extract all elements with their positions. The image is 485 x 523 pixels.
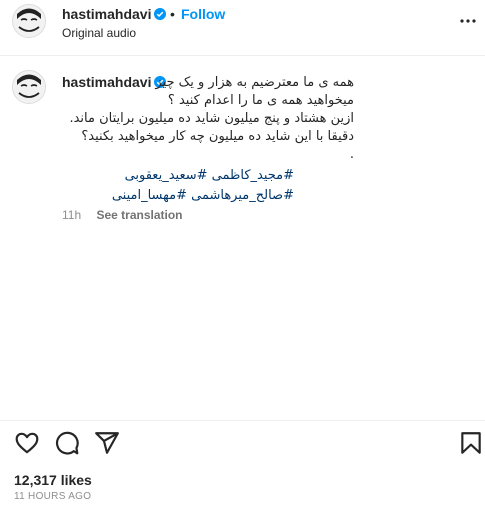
caption-line: همه ی ما معترضیم به هزار و یک چیز . bbox=[147, 75, 354, 90]
action-bar bbox=[0, 430, 485, 458]
caption-text: همه ی ما معترضیم به هزار و یک چیز . میخو… bbox=[62, 75, 354, 164]
caption-meta: 11h See translation bbox=[62, 208, 183, 222]
username[interactable]: hastimahdavi bbox=[62, 6, 167, 22]
hashtags: #مجید_کاظمی #سعید_یعقوبی #صالح_میرهاشمی … bbox=[62, 166, 294, 206]
username-text[interactable]: hastimahdavi bbox=[62, 6, 151, 22]
hashtag-link[interactable]: #سعید_یعقوبی bbox=[125, 168, 208, 183]
hashtag-link[interactable]: #مجید_کاظمی bbox=[212, 168, 294, 183]
see-translation-link[interactable]: See translation bbox=[96, 208, 182, 222]
caption-avatar[interactable] bbox=[12, 70, 46, 104]
avatar[interactable] bbox=[12, 4, 46, 38]
profile-avatar-icon bbox=[13, 71, 45, 103]
post-time[interactable]: 11h bbox=[62, 208, 81, 222]
likes-count[interactable]: 12,317 likes bbox=[14, 472, 92, 488]
hashtag-link[interactable]: #صالح_میرهاشمی bbox=[191, 188, 294, 203]
share-icon[interactable] bbox=[94, 430, 120, 456]
profile-avatar-icon bbox=[13, 5, 45, 37]
header-divider bbox=[0, 55, 485, 56]
comment-icon[interactable] bbox=[54, 430, 80, 456]
caption-line: . bbox=[349, 147, 354, 162]
post-timestamp[interactable]: 11 HOURS AGO bbox=[14, 491, 91, 502]
audio-label[interactable]: Original audio bbox=[62, 26, 136, 40]
separator-dot: • bbox=[170, 6, 175, 22]
caption-line: ازین هشتاد و پنج میلیون شاید ده میلیون ب… bbox=[69, 111, 354, 144]
actions-divider bbox=[0, 420, 485, 421]
heart-icon[interactable] bbox=[14, 430, 40, 456]
follow-button[interactable]: Follow bbox=[181, 6, 225, 22]
hashtag-link[interactable]: #مهسا_امینی bbox=[112, 188, 187, 203]
more-options-icon[interactable] bbox=[459, 12, 477, 30]
caption-line: میخواهید همه ی ما را اعدام کنید ؟ bbox=[167, 93, 354, 108]
bookmark-icon[interactable] bbox=[458, 430, 484, 456]
verified-badge-icon bbox=[154, 8, 167, 20]
post-header: hastimahdavi • Follow Original audio bbox=[0, 0, 485, 60]
